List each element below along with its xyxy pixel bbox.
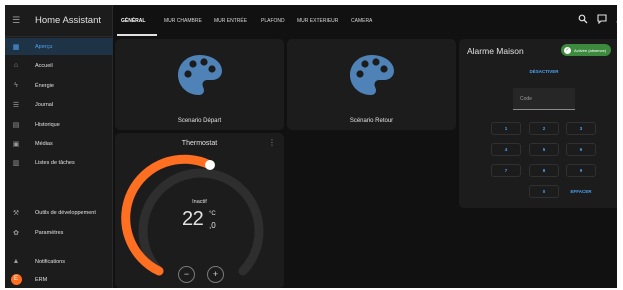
active-tab-indicator — [117, 34, 157, 36]
palette-icon — [178, 55, 222, 95]
play-box-multiple-icon: ▣ — [12, 140, 20, 148]
dial-handle — [205, 160, 215, 170]
sidebar-item-label: Notifications — [35, 258, 65, 265]
assist-chat-icon[interactable] — [597, 14, 607, 24]
tab-general[interactable]: GÉNÉRAL — [121, 5, 145, 37]
hvac-state: Inactif — [192, 199, 207, 205]
home-assistant-window: ☰ Home Assistant ▦ Aperçu ⌂ Accueil ϟ Én… — [5, 5, 617, 288]
bell-icon: ▲ — [12, 258, 20, 265]
scene-label: Scénario Retour — [349, 118, 394, 124]
palette-icon — [350, 55, 394, 95]
top-bar: GÉNÉRAL MUR CHAMBRE MUR ENTRÉE PLAFOND M… — [113, 5, 617, 37]
sidebar-item-accueil[interactable]: ⌂ Accueil — [5, 57, 113, 74]
sidebar-item-label: Aperçu — [35, 43, 53, 50]
tab-mur-chambre[interactable]: MUR CHAMBRE — [164, 5, 202, 37]
scene-card-retour[interactable]: Scénario Retour — [287, 39, 456, 130]
sidebar-item-apercu[interactable]: ▦ Aperçu — [5, 38, 113, 55]
sidebar-item-historique[interactable]: ▤ Historique — [5, 116, 113, 133]
sidebar-item-energie[interactable]: ϟ Énergie — [5, 77, 113, 94]
alarm-status-label: Activée (absence) — [574, 47, 607, 53]
tab-mur-entree[interactable]: MUR ENTRÉE — [214, 5, 247, 37]
app-title: Home Assistant — [35, 15, 101, 26]
tab-mur-exterieur[interactable]: MUR EXTERIEUR — [297, 5, 338, 37]
avatar: E — [10, 274, 22, 285]
sidebar-item-notifications[interactable]: ▲ Notifications — [5, 253, 113, 270]
temperature-unit: °C — [209, 211, 216, 217]
sidebar-item-label: Listes de tâches — [35, 159, 75, 166]
keypad-key-6[interactable]: 6 — [566, 143, 596, 156]
sidebar-item-journal[interactable]: ☰ Journal — [5, 96, 113, 113]
thermostat-card: Thermostat ⋮ Inactif 22 °C ,0 − + — [115, 133, 284, 288]
sidebar-item-listes-de-taches[interactable]: ▥ Listes de tâches — [5, 154, 113, 171]
sidebar-item-label: Accueil — [35, 62, 53, 69]
tab-camera[interactable]: CAMERA — [351, 5, 372, 37]
disarm-button[interactable]: DÉSACTIVER — [514, 69, 574, 74]
keypad-key-2[interactable]: 2 — [529, 122, 559, 135]
search-icon[interactable] — [578, 14, 588, 24]
sidebar: ☰ Home Assistant ▦ Aperçu ⌂ Accueil ϟ Én… — [5, 5, 113, 288]
sidebar-item-label: Historique — [35, 121, 60, 128]
keypad-key-3[interactable]: 3 — [566, 122, 596, 135]
alarm-title: Alarme Maison — [467, 46, 524, 56]
sidebar-item-medias[interactable]: ▣ Médias — [5, 135, 113, 152]
sidebar-item-label: Outils de développement — [35, 209, 96, 216]
increase-temperature-button[interactable]: + — [207, 266, 224, 283]
decrease-temperature-button[interactable]: − — [178, 266, 195, 283]
sidebar-item-label: Journal — [35, 101, 54, 108]
keypad-key-5[interactable]: 5 — [529, 143, 559, 156]
keypad-key-9[interactable]: 9 — [566, 164, 596, 177]
alarm-panel-card: Alarme Maison ✓ Activée (absence) DÉSACT… — [459, 39, 617, 208]
pencil-icon[interactable] — [615, 14, 617, 24]
alarm-status-badge: ✓ Activée (absence) — [561, 44, 612, 56]
code-placeholder: Code — [520, 96, 532, 102]
avatar-wrapper: E — [5, 274, 27, 285]
scene-label: Scenario Départ — [177, 118, 222, 124]
sidebar-item-label: Paramètres — [35, 229, 64, 236]
sidebar-item-label: Énergie — [35, 82, 54, 89]
sidebar-item-label: Médias — [35, 140, 53, 147]
lightning-bolt-icon: ϟ — [14, 82, 18, 89]
sidebar-item-parametres[interactable]: ✿ Paramètres — [5, 224, 113, 241]
keypad-key-7[interactable]: 7 — [491, 164, 521, 177]
home-icon: ⌂ — [13, 62, 19, 69]
tab-plafond[interactable]: PLAFOND — [261, 5, 285, 37]
hammer-icon: ⚒ — [12, 209, 20, 217]
alarm-code-input[interactable]: Code — [513, 88, 575, 110]
sidebar-item-user[interactable]: E ERM — [5, 271, 113, 288]
sidebar-item-label: ERM — [35, 276, 48, 283]
keypad-clear-button[interactable]: EFFACER — [564, 185, 598, 198]
scene-card-depart[interactable]: Scenario Départ — [115, 39, 284, 130]
keypad-key-4[interactable]: 4 — [491, 143, 521, 156]
chart-box-icon: ▤ — [12, 121, 20, 129]
shield-check-icon: ✓ — [564, 46, 571, 54]
sidebar-item-outils-de-developpement[interactable]: ⚒ Outils de développement — [5, 204, 113, 221]
target-temperature: 22 — [182, 208, 204, 230]
view-dashboard-icon: ▦ — [12, 43, 20, 51]
menu-icon[interactable]: ☰ — [5, 15, 27, 26]
format-list-icon: ☰ — [12, 101, 20, 109]
clipboard-list-icon: ▥ — [12, 159, 20, 167]
cog-icon: ✿ — [13, 229, 19, 237]
keypad-key-8[interactable]: 8 — [529, 164, 559, 177]
sidebar-header: ☰ Home Assistant — [5, 5, 112, 37]
keypad-key-0[interactable]: 0 — [529, 185, 559, 198]
temperature-decimal: ,0 — [209, 221, 216, 230]
keypad-key-1[interactable]: 1 — [491, 122, 521, 135]
